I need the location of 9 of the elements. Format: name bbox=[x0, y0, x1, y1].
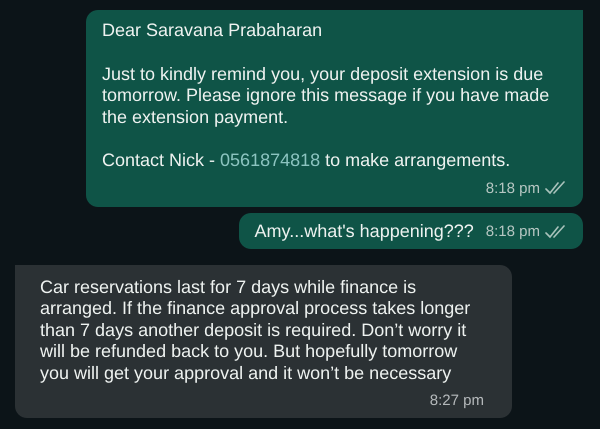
message-time: 8:18 pm bbox=[486, 222, 540, 242]
message-text: Dear Saravana Prabaharan bbox=[102, 20, 324, 42]
message-time: 8:18 pm bbox=[486, 178, 540, 198]
message-text: Contact Nick - 0561874818 to make arrangements. bbox=[102, 150, 512, 172]
message-text: Just to kindly remind you, your deposit extension is due tomorrow. Please ignore this message if you have made the extension payment. bbox=[102, 64, 550, 128]
message-text: Amy...what's happening??? bbox=[254, 221, 474, 242]
message-text: Car reservations last for 7 days while finance is arranged. If the finance approval process takes longer than 7 days another deposit is required. Don’t worry it will be refunded back to you. But hopefully tomorrow you will get your approval and it won’t be necessary bbox=[40, 276, 472, 384]
phone-link[interactable]: 0561874818 bbox=[220, 150, 320, 170]
message-time: 8:27 pm bbox=[430, 391, 484, 411]
